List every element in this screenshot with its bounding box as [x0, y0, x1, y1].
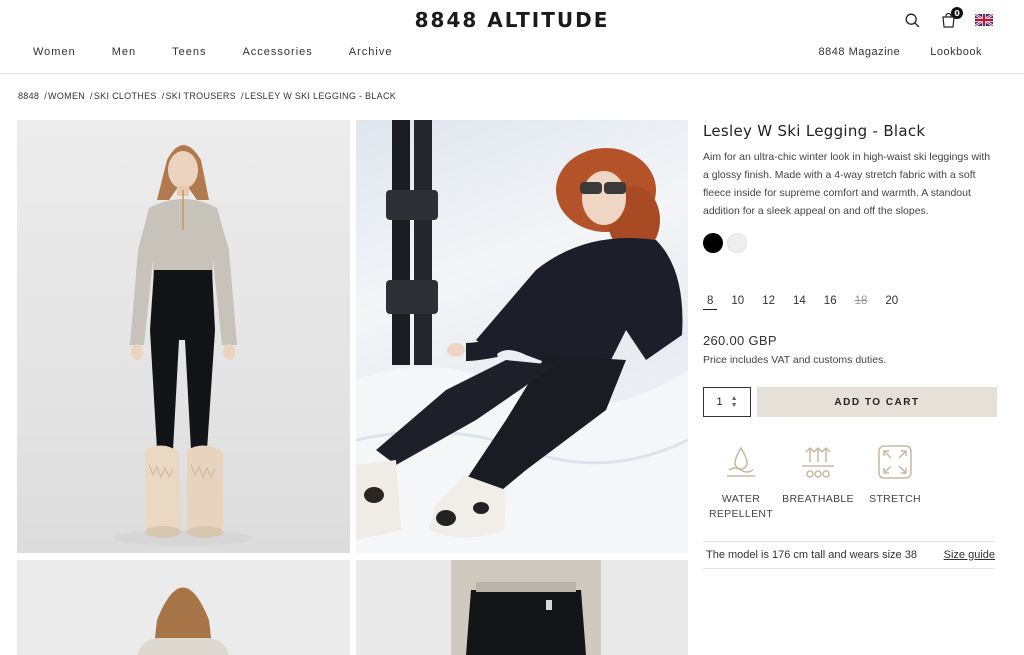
stretch-icon: [878, 445, 912, 479]
secondary-nav: 8848 Magazine Lookbook: [789, 46, 982, 58]
main-nav: Women Men Teens Accessories Archive: [33, 46, 428, 58]
model-info-row: The model is 176 cm tall and wears size …: [703, 541, 995, 569]
breadcrumb-item[interactable]: 8848: [18, 91, 39, 101]
breadcrumb: 8848 / WOMEN / SKI CLOTHES / SKI TROUSER…: [18, 91, 397, 101]
search-icon[interactable]: [902, 10, 922, 30]
quantity-stepper[interactable]: 1 ▲ ▼: [703, 387, 751, 417]
site-logo[interactable]: 8848 ALTITUDE: [0, 8, 1024, 32]
color-swatches: [703, 233, 747, 253]
feature-label: BREATHABLE: [782, 493, 854, 505]
water-repellent-icon: [727, 446, 755, 477]
nav-archive[interactable]: Archive: [349, 46, 393, 58]
breadcrumb-item[interactable]: SKI TROUSERS: [166, 91, 236, 101]
product-description: Aim for an ultra-chic winter look in hig…: [703, 151, 991, 217]
size-option[interactable]: 20: [881, 295, 902, 310]
size-option[interactable]: 10: [727, 295, 748, 310]
quantity-arrows-icon[interactable]: ▲ ▼: [731, 395, 738, 409]
product-price: 260.00 GBP: [703, 333, 777, 348]
feature-label: WATER REPELLENT: [709, 493, 773, 520]
model-info: The model is 176 cm tall and wears size …: [706, 548, 917, 561]
breadcrumb-item[interactable]: SKI CLOTHES: [94, 91, 157, 101]
feature-label: STRETCH: [869, 493, 921, 505]
nav-lookbook[interactable]: Lookbook: [930, 46, 982, 58]
uk-flag-icon[interactable]: [974, 10, 994, 30]
add-to-cart-button[interactable]: ADD TO CART: [757, 387, 997, 417]
breathable-icon: [802, 446, 834, 478]
vat-note: Price includes VAT and customs duties.: [703, 354, 887, 366]
product-photo-lifestyle[interactable]: [356, 120, 688, 553]
nav-teens[interactable]: Teens: [172, 46, 206, 58]
feature-stretch: STRETCH: [857, 442, 933, 522]
product-photo-front[interactable]: [17, 120, 350, 553]
breadcrumb-current: LESLEY W SKI LEGGING - BLACK: [244, 91, 397, 101]
size-option[interactable]: 12: [758, 295, 779, 310]
breadcrumb-item[interactable]: WOMEN: [48, 91, 85, 101]
product-photo-back[interactable]: [17, 560, 350, 655]
color-swatch-white[interactable]: [727, 233, 747, 253]
product-info: Lesley W Ski Legging - Black Aim for an …: [703, 122, 998, 220]
color-swatch-black[interactable]: [703, 233, 723, 253]
nav-accessories[interactable]: Accessories: [242, 46, 312, 58]
size-option[interactable]: 8: [703, 295, 718, 310]
feature-water-repellent: WATER REPELLENT: [703, 442, 779, 522]
nav-women[interactable]: Women: [33, 46, 76, 58]
size-option[interactable]: 14: [789, 295, 810, 310]
site-header: 8848 ALTITUDE 0 Women Men Teens Accessor…: [0, 0, 1024, 74]
product-title: Lesley W Ski Legging - Black: [703, 122, 926, 140]
size-selector: 8 10 12 14 16 18 20: [703, 295, 912, 310]
header-icons: 0: [902, 7, 994, 30]
feature-breathable: BREATHABLE: [780, 442, 856, 522]
cart-count-badge: 0: [951, 7, 963, 19]
feature-list: WATER REPELLENT BREATHABLE STRETCH: [703, 442, 934, 522]
size-guide-link[interactable]: Size guide: [944, 549, 995, 561]
size-option[interactable]: 16: [820, 295, 841, 310]
nav-men[interactable]: Men: [112, 46, 136, 58]
nav-magazine[interactable]: 8848 Magazine: [819, 46, 901, 58]
product-photo-detail[interactable]: [356, 560, 688, 655]
size-option-soldout[interactable]: 18: [851, 295, 872, 310]
cart-icon[interactable]: 0: [938, 7, 963, 30]
quantity-value: 1: [716, 396, 723, 408]
